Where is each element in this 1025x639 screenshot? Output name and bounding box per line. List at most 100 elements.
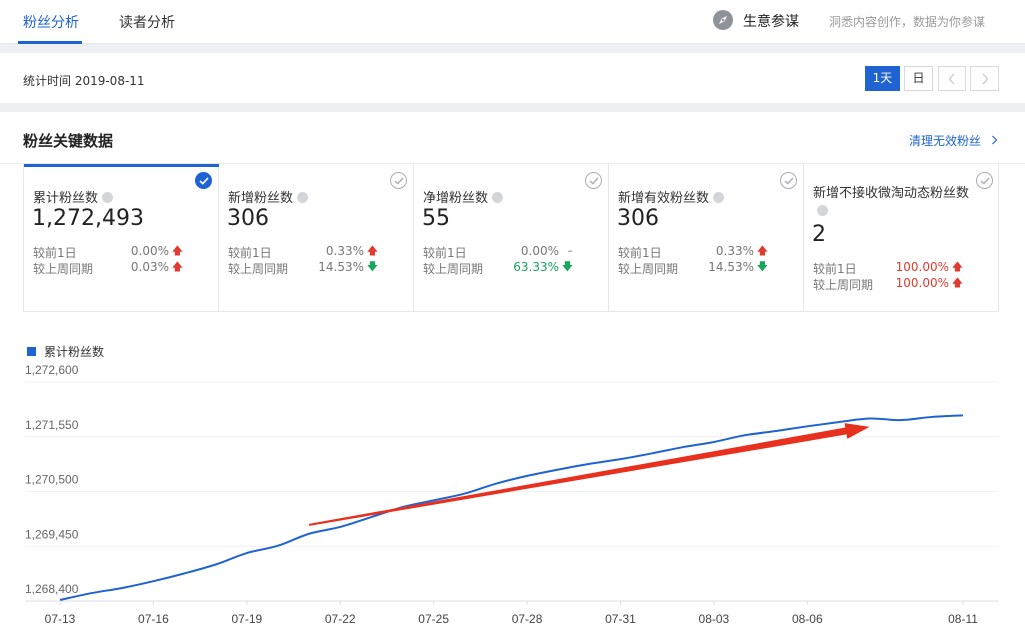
next-date-button[interactable] <box>970 66 999 91</box>
data-point <box>521 470 533 482</box>
data-point <box>54 594 66 606</box>
data-point <box>116 582 128 594</box>
metric-cards: 累计粉丝数 1,272,493 较前1日 0.00% 🡅 较上周同期 0.03%… <box>23 164 999 312</box>
info-icon[interactable] <box>713 192 725 203</box>
data-point <box>708 436 720 448</box>
data-point <box>832 416 844 428</box>
x-tick-label: 07-31 <box>605 612 636 626</box>
check-icon[interactable] <box>780 172 797 189</box>
x-tick-label: 08-03 <box>699 612 730 626</box>
arrow-up-icon: 🡅 <box>951 276 963 289</box>
data-point <box>957 409 969 421</box>
prev-date-button[interactable] <box>938 66 966 91</box>
data-point <box>770 425 782 437</box>
data-point <box>895 414 907 426</box>
data-point <box>303 528 315 540</box>
period-1day-button[interactable]: 1天 <box>865 66 900 91</box>
arrow-up-icon: 🡅 <box>171 244 183 257</box>
data-point <box>272 540 284 552</box>
metric-value: 1,272,493 <box>32 206 144 231</box>
clean-invalid-fans-link[interactable]: 清理无效粉丝 <box>909 132 998 149</box>
check-icon[interactable] <box>585 172 602 189</box>
data-point <box>677 441 689 453</box>
metric-title: 新增不接收微淘动态粉丝数 <box>813 185 991 221</box>
metric-card-new-muted-fans[interactable]: 新增不接收微淘动态粉丝数 2 较前1日 100.00% 🡅 较上周同期 100.… <box>804 164 999 311</box>
data-point <box>85 587 97 599</box>
arrow-down-icon: 🡇 <box>756 260 768 273</box>
info-icon[interactable] <box>297 192 309 203</box>
data-point <box>334 521 346 533</box>
data-point <box>210 559 222 571</box>
x-tick-label: 07-22 <box>325 612 356 626</box>
brand-slogan: 洞悉内容创作，数据为你参谋 <box>829 15 986 29</box>
data-point <box>179 567 191 579</box>
data-point <box>147 575 159 587</box>
metric-title: 净增粉丝数 <box>423 187 504 206</box>
arrow-up-icon: 🡅 <box>756 244 768 257</box>
chevron-right-icon <box>991 135 998 145</box>
arrow-up-icon: 🡅 <box>171 260 183 273</box>
legend-label: 累计粉丝数 <box>44 345 105 359</box>
x-tick-label: 08-11 <box>948 612 978 626</box>
metric-card-new-fans[interactable]: 新增粉丝数 306 较前1日 0.33% 🡅 较上周同期 14.53% 🡇 <box>219 164 414 311</box>
data-point <box>552 464 564 476</box>
compass-icon <box>712 9 734 31</box>
data-point <box>739 429 751 441</box>
arrow-up-icon: 🡅 <box>951 260 963 273</box>
check-icon[interactable] <box>195 172 212 189</box>
period-day-button[interactable]: 日 <box>904 66 933 91</box>
metric-title: 新增粉丝数 <box>228 187 309 206</box>
arrow-up-icon: 🡅 <box>366 244 378 257</box>
metric-title: 新增有效粉丝数 <box>618 187 725 206</box>
arrow-down-icon: 🡇 <box>366 260 378 273</box>
info-icon[interactable] <box>102 192 114 203</box>
metric-value: 2 <box>812 222 826 247</box>
arrow-down-icon: 🡇 <box>561 260 573 273</box>
x-tick-label: 07-16 <box>138 612 169 626</box>
dash-icon: – <box>567 244 574 257</box>
chevron-right-icon <box>982 73 988 85</box>
data-point <box>490 478 502 490</box>
annotation-arrow <box>308 423 870 526</box>
x-tick-label: 07-13 <box>45 612 76 626</box>
x-tick-label: 07-28 <box>512 612 543 626</box>
data-point <box>926 411 938 423</box>
info-icon[interactable] <box>817 205 828 216</box>
y-tick-label: 1,272,600 <box>25 363 79 377</box>
tab-fans-analysis[interactable]: 粉丝分析 <box>23 12 79 32</box>
y-tick-label: 1,271,550 <box>25 418 79 432</box>
metric-value: 55 <box>422 206 450 231</box>
x-tick-label: 07-25 <box>418 612 449 626</box>
metric-card-net-fans[interactable]: 净增粉丝数 55 较前1日 0.00% – 较上周同期 63.33% 🡇 <box>414 164 609 311</box>
x-tick-label: 07-19 <box>231 612 262 626</box>
metric-value: 306 <box>617 206 659 231</box>
check-icon[interactable] <box>390 172 407 189</box>
x-tick-label: 08-06 <box>792 612 823 626</box>
fans-trend-chart: 1,268,400 1,269,450 1,270,500 1,271,550 1,27… <box>25 363 999 626</box>
top-nav: 粉丝分析 读者分析 生意参谋 洞悉内容创作，数据为你参谋 <box>0 0 1025 44</box>
chevron-left-icon <box>948 73 955 85</box>
y-tick-label: 1,270,500 <box>25 473 79 487</box>
active-tab-underline <box>18 41 82 44</box>
legend-swatch <box>27 347 36 356</box>
brand-name: 生意参谋 <box>743 14 799 30</box>
data-point <box>646 447 658 459</box>
series-line <box>59 414 964 601</box>
stat-date-label: 统计时间 2019-08-11 <box>23 74 145 88</box>
y-tick-label: 1,268,400 <box>25 582 79 596</box>
panel-title: 粉丝关键数据 <box>23 132 114 150</box>
date-bar: 统计时间 2019-08-11 1天 日 <box>0 53 1025 103</box>
chart-legend[interactable]: 累计粉丝数 <box>27 343 104 360</box>
info-icon[interactable] <box>492 192 504 203</box>
data-point <box>614 453 626 465</box>
data-point <box>241 547 253 559</box>
y-tick-label: 1,269,450 <box>25 527 79 541</box>
metric-value: 306 <box>227 206 269 231</box>
data-point <box>801 420 813 432</box>
metric-card-total-fans[interactable]: 累计粉丝数 1,272,493 较前1日 0.00% 🡅 较上周同期 0.03%… <box>24 164 219 311</box>
data-point <box>864 413 876 425</box>
tab-reader-analysis[interactable]: 读者分析 <box>119 12 175 32</box>
data-point <box>583 458 595 470</box>
metric-title: 累计粉丝数 <box>33 187 114 206</box>
metric-card-new-valid-fans[interactable]: 新增有效粉丝数 306 较前1日 0.33% 🡅 较上周同期 14.53% 🡇 <box>609 164 804 311</box>
